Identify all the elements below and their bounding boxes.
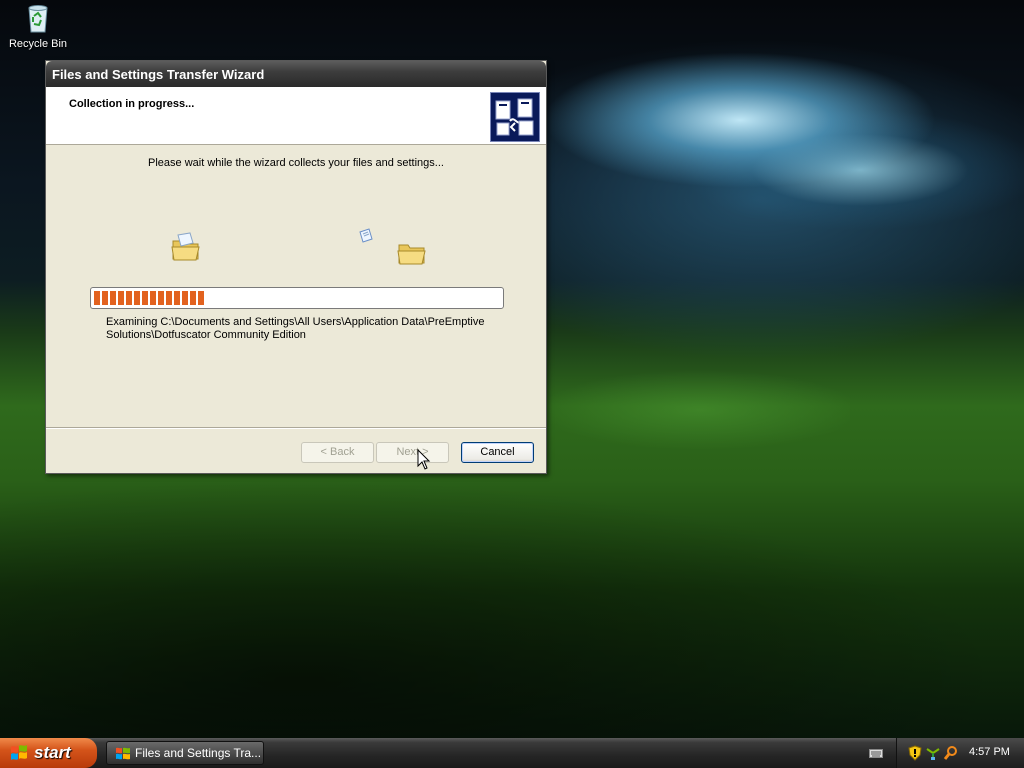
search-icon[interactable] — [943, 745, 959, 761]
status-line-2: Solutions\Dotfuscator Community Edition — [106, 329, 306, 341]
mouse-cursor-icon — [417, 448, 431, 474]
keyboard-icon[interactable] — [869, 747, 883, 762]
taskbar: start Files and Settings Tra... 4:57 PM — [0, 738, 1024, 768]
wizard-header: Collection in progress... — [46, 87, 546, 145]
recycle-bin-icon — [22, 2, 54, 34]
window-titlebar[interactable]: Files and Settings Transfer Wizard — [46, 61, 546, 87]
next-button[interactable]: Next > — [376, 442, 449, 463]
taskbar-clock[interactable]: 4:57 PM — [969, 746, 1010, 758]
wizard-window[interactable]: Files and Settings Transfer Wizard Colle… — [45, 60, 547, 474]
network-icon[interactable] — [925, 745, 941, 761]
wallpaper-shadow — [0, 430, 1024, 738]
wallpaper-highlight — [550, 360, 850, 460]
security-shield-icon[interactable] — [907, 745, 923, 761]
flying-document-icon — [357, 227, 375, 248]
windows-flag-icon — [10, 744, 28, 762]
system-tray: 4:57 PM — [896, 738, 1024, 768]
taskbar-item-transfer-wizard[interactable]: Files and Settings Tra... — [106, 741, 264, 765]
status-line-1: Examining C:\Documents and Settings\All … — [106, 316, 485, 328]
window-title: Files and Settings Transfer Wizard — [52, 67, 265, 82]
destination-folder-icon — [396, 239, 428, 270]
taskbar-item-label: Files and Settings Tra... — [135, 746, 262, 760]
desktop-icon-recycle-bin[interactable]: Recycle Bin — [6, 2, 70, 58]
instruction-text: Please wait while the wizard collects yo… — [148, 157, 444, 169]
transfer-wizard-icon — [115, 746, 131, 762]
desktop-icon-label: Recycle Bin — [8, 38, 68, 50]
collection-progress-bar — [90, 287, 504, 309]
transfer-wizard-logo-icon — [490, 92, 540, 142]
button-divider — [46, 427, 546, 429]
wizard-step-title: Collection in progress... — [69, 98, 195, 110]
progress-fill — [94, 291, 204, 305]
cancel-button[interactable]: Cancel — [461, 442, 534, 463]
start-label: start — [34, 743, 71, 762]
source-folder-icon — [170, 231, 202, 266]
wizard-body: Please wait while the wizard collects yo… — [46, 145, 546, 427]
start-button[interactable]: start — [0, 738, 97, 768]
status-text: Examining C:\Documents and Settings\All … — [106, 316, 496, 342]
back-button[interactable]: < Back — [301, 442, 374, 463]
